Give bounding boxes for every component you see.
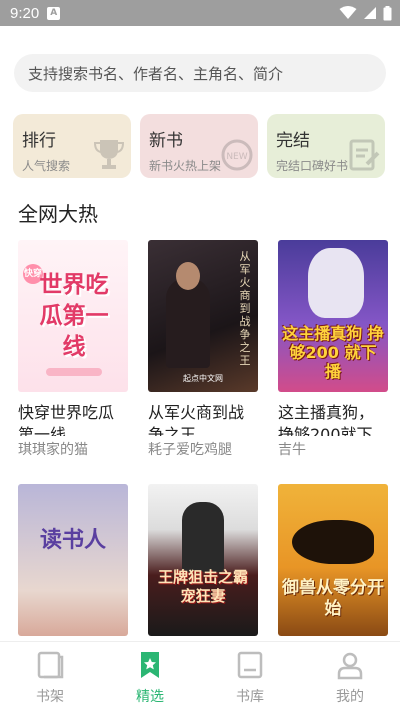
cover-face	[176, 262, 200, 290]
book-title: 从军火商到战争之王	[148, 403, 245, 436]
bookshelf-icon	[37, 651, 64, 679]
category-cards: 排行 人气搜索 新书 新书火热上架 NEW 完结 完结口碑好书	[13, 114, 385, 178]
main-content[interactable]: 支持搜索书名、作者名、主角名、简介 排行 人气搜索 新书 新书火热上架 NEW …	[0, 26, 400, 641]
book-title: 这主播真狗，挣够200就下播	[278, 403, 375, 436]
status-bar: 9:20 A	[0, 0, 400, 26]
tab-label: 书架	[36, 689, 64, 705]
profile-icon	[337, 652, 363, 680]
wifi-icon	[339, 6, 357, 19]
section-title: 全网大热	[18, 202, 98, 226]
featured-icon	[141, 652, 159, 678]
book-cover[interactable]: 从军火商到战争之王 起点中文网	[148, 240, 258, 392]
book-title: 快穿世界吃瓜第一线	[18, 403, 115, 436]
tab-bookshelf[interactable]: 书架	[0, 642, 100, 711]
cover-title: 读书人	[39, 528, 106, 553]
status-icons	[339, 5, 392, 21]
tab-profile[interactable]: 我的	[300, 642, 400, 711]
book-item[interactable]: 从军火商到战争之王 起点中文网 从军火商到战争之王 耗子爱吃鸡腿	[148, 240, 258, 459]
tab-label: 精选	[136, 689, 164, 705]
card-finished[interactable]: 完结 完结口碑好书	[267, 114, 385, 178]
book-author: 琪琪家的猫	[18, 442, 88, 458]
svg-text:NEW: NEW	[226, 152, 247, 162]
book-item[interactable]: 这主播真狗 挣够200 就下播 这主播真狗，挣够200就下播 吉牛	[278, 240, 388, 459]
book-item[interactable]: 读书人	[18, 484, 128, 636]
tab-featured[interactable]: 精选	[100, 642, 200, 711]
bottom-tab-bar: 书架 精选 书库 我的	[0, 641, 400, 711]
book-author: 吉牛	[278, 442, 306, 458]
status-time: 9:20	[10, 4, 40, 22]
cover-figure	[308, 248, 364, 318]
book-cover[interactable]: 御兽从零分开始	[278, 484, 388, 636]
book-item[interactable]: 王牌狙击之霸宠狂妻	[148, 484, 258, 636]
trophy-icon	[93, 140, 125, 169]
battery-icon	[383, 5, 392, 20]
book-item[interactable]: 快穿 世界吃瓜第一线 快穿世界吃瓜第一线 琪琪家的猫	[18, 240, 128, 459]
cover-figure	[166, 278, 210, 368]
book-cover[interactable]: 快穿 世界吃瓜第一线	[18, 240, 128, 392]
book-cover[interactable]: 读书人	[18, 484, 128, 636]
cover-badge: 起点中文网	[183, 374, 223, 383]
search-placeholder: 支持搜索书名、作者名、主角名、简介	[28, 64, 284, 83]
notification-icon: A	[47, 6, 61, 20]
cover-creature	[292, 520, 374, 564]
cover-figure	[182, 502, 224, 572]
finished-clipboard-icon	[349, 139, 380, 171]
tab-label: 我的	[336, 689, 364, 705]
cover-decoration	[46, 368, 102, 376]
cover-title: 王牌狙击之霸宠狂妻	[157, 568, 248, 605]
new-badge-icon: NEW	[221, 139, 253, 171]
book-author: 耗子爱吃鸡腿	[148, 442, 232, 458]
cover-title: 从军火商到战争之王	[239, 250, 251, 367]
card-new-books[interactable]: 新书 新书火热上架 NEW	[140, 114, 258, 178]
cover-title: 世界吃瓜第一线	[39, 272, 109, 360]
book-item[interactable]: 御兽从零分开始	[278, 484, 388, 636]
tab-library[interactable]: 书库	[200, 642, 300, 711]
cover-title: 御兽从零分开始	[282, 578, 384, 619]
library-icon	[237, 651, 263, 679]
book-cover[interactable]: 这主播真狗 挣够200 就下播	[278, 240, 388, 392]
signal-icon	[364, 7, 376, 19]
card-ranking[interactable]: 排行 人气搜索	[13, 114, 131, 178]
cover-title: 这主播真狗 挣够200 就下播	[282, 324, 384, 381]
tab-label: 书库	[236, 689, 264, 705]
search-input[interactable]: 支持搜索书名、作者名、主角名、简介	[14, 54, 386, 92]
book-cover[interactable]: 王牌狙击之霸宠狂妻	[148, 484, 258, 636]
